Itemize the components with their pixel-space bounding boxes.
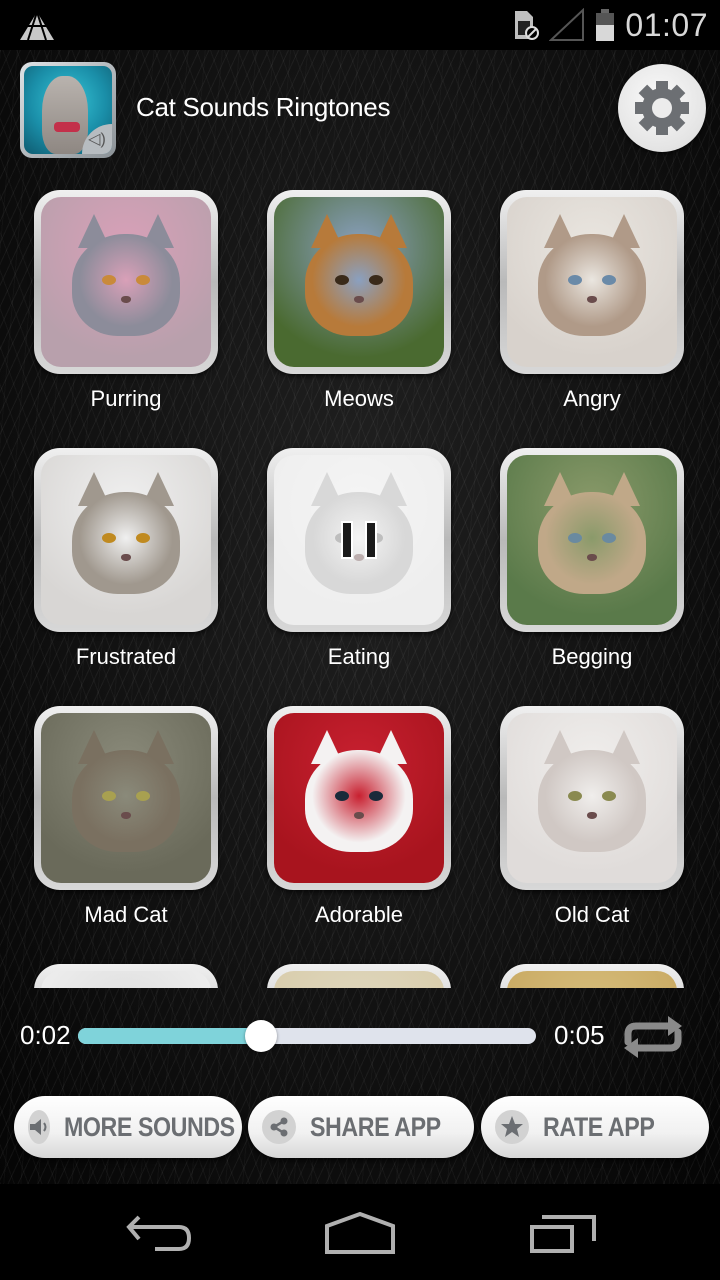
sound-label: Mad Cat [84, 902, 168, 927]
app-header: ◁) Cat Sounds Ringtones [0, 50, 720, 170]
navigation-bar [0, 1184, 720, 1280]
sound-tile[interactable] [500, 964, 686, 988]
home-icon [325, 1212, 395, 1254]
sound-thumbnail-frame[interactable] [267, 706, 451, 890]
sound-label: Angry [563, 386, 621, 411]
pause-icon[interactable] [274, 455, 444, 625]
cat-photo [41, 713, 211, 883]
recents-icon [530, 1215, 596, 1253]
sim-card-missing-icon [515, 11, 540, 40]
cat-photo [41, 455, 211, 625]
sound-thumbnail-frame[interactable] [34, 190, 218, 374]
speaker-icon [28, 1110, 50, 1144]
sound-thumbnail-frame[interactable] [34, 706, 218, 890]
sound-thumbnail-frame[interactable] [500, 448, 684, 632]
sound-thumbnail-frame[interactable] [500, 706, 684, 890]
cat-photo [274, 971, 444, 988]
sound-label: Purring [90, 386, 162, 411]
more-sounds-button[interactable]: MORE SOUNDS [14, 1096, 242, 1158]
gear-icon [635, 81, 689, 135]
app-icon: ◁) [20, 62, 116, 158]
sound-label: Begging [551, 644, 633, 669]
sound-tile[interactable]: Begging [500, 448, 686, 670]
rate-app-button[interactable]: RATE APP [481, 1096, 709, 1158]
sound-thumbnail-frame[interactable] [34, 964, 218, 988]
more-sounds-label: MORE SOUNDS [64, 1111, 235, 1142]
sound-label: Eating [327, 644, 391, 669]
cat-photo [274, 713, 444, 883]
cat-photo [507, 197, 677, 367]
action-buttons: MORE SOUNDS SHARE APP RATE APP [0, 1094, 720, 1164]
launcher-triangle-icon [20, 12, 54, 40]
cat-photo [274, 455, 444, 625]
settings-button[interactable] [618, 64, 706, 152]
repeat-button[interactable] [620, 1014, 686, 1060]
app-title: Cat Sounds Ringtones [136, 92, 391, 122]
seek-bar-thumb[interactable] [245, 1020, 278, 1052]
recents-button[interactable] [518, 1208, 608, 1258]
sound-tile[interactable]: Purring [34, 190, 220, 412]
cat-speaker-icon: ◁) [24, 66, 112, 154]
sound-label: Frustrated [75, 644, 177, 669]
sound-label: Old Cat [554, 902, 630, 927]
seek-bar-progress [78, 1028, 262, 1044]
home-button[interactable] [315, 1208, 405, 1258]
audio-player: 0:02 0:05 [0, 1008, 720, 1068]
cat-photo [507, 713, 677, 883]
rate-app-label: RATE APP [543, 1111, 655, 1142]
sound-label: Adorable [314, 902, 404, 927]
sound-tile[interactable] [267, 964, 453, 988]
star-icon [495, 1110, 529, 1144]
cat-photo [41, 197, 211, 367]
cat-photo [274, 197, 444, 367]
sound-tile[interactable]: Adorable [267, 706, 453, 928]
clock: 01:07 [625, 6, 708, 43]
repeat-icon [624, 1016, 682, 1058]
sound-grid: Purring Meows Angry Frustrated Eating Begging… [0, 190, 720, 988]
sound-tile[interactable]: Meows [267, 190, 453, 412]
current-time: 0:02 [20, 1020, 71, 1050]
sound-tile[interactable]: Angry [500, 190, 686, 412]
app-content: ◁) Cat Sounds Ringtones Purring Meows An… [0, 50, 720, 1184]
sound-tile[interactable] [34, 964, 220, 988]
sound-tile[interactable]: Mad Cat [34, 706, 220, 928]
sound-thumbnail-frame[interactable] [267, 964, 451, 988]
share-app-label: SHARE APP [310, 1111, 441, 1142]
sound-label: Meows [324, 386, 394, 411]
seek-bar[interactable] [78, 1020, 536, 1052]
share-app-button[interactable]: SHARE APP [248, 1096, 474, 1158]
sound-thumbnail-frame[interactable] [34, 448, 218, 632]
status-bar: 01:07 [0, 0, 720, 50]
sound-thumbnail-frame[interactable] [500, 964, 684, 988]
back-icon [126, 1215, 192, 1251]
battery-half-icon [596, 9, 615, 41]
cat-photo [507, 455, 677, 625]
sound-tile[interactable]: Frustrated [34, 448, 220, 670]
sound-tile[interactable]: Old Cat [500, 706, 686, 928]
signal-empty-icon [549, 8, 585, 41]
sound-tile[interactable]: Eating [267, 448, 453, 670]
share-icon [262, 1110, 296, 1144]
sound-thumbnail-frame[interactable] [267, 190, 451, 374]
total-time: 0:05 [554, 1020, 605, 1050]
back-button[interactable] [115, 1208, 205, 1258]
sound-thumbnail-frame[interactable] [267, 448, 451, 632]
cat-photo [507, 971, 677, 988]
cat-photo [41, 971, 211, 988]
sound-thumbnail-frame[interactable] [500, 190, 684, 374]
